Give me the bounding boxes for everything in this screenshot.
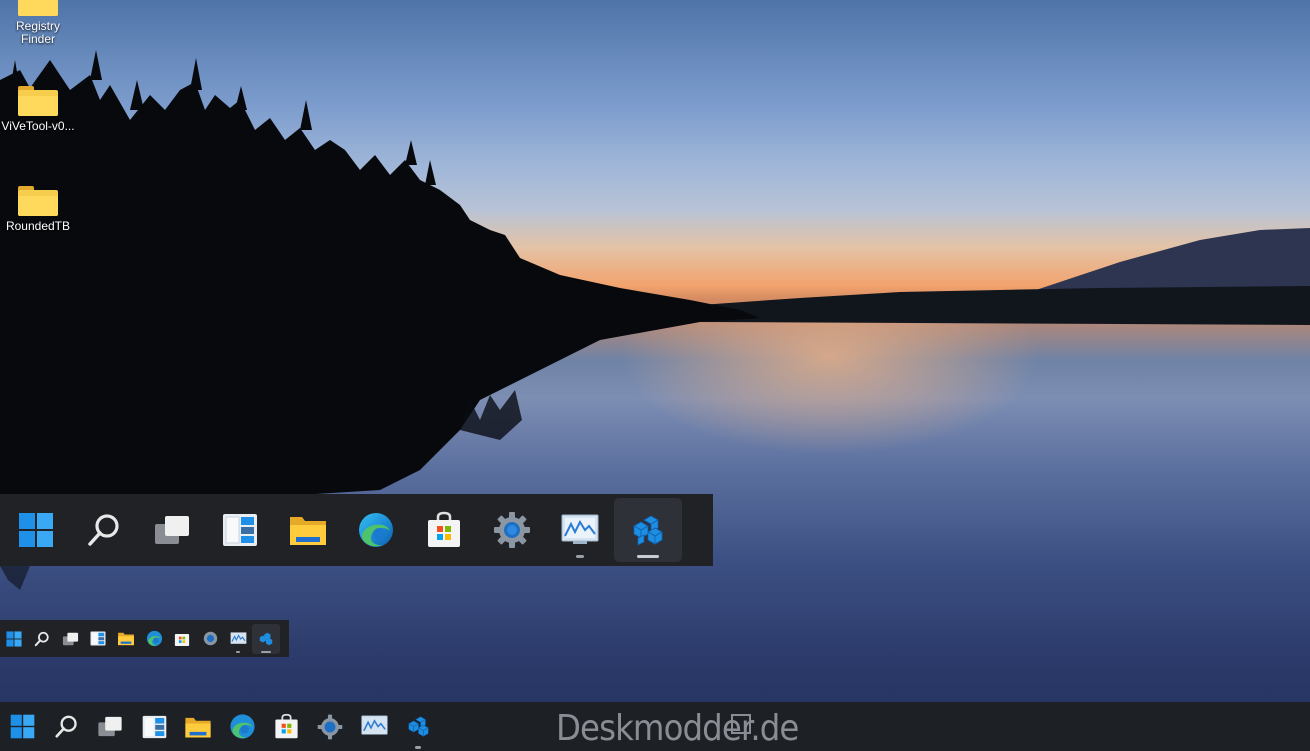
settings-button[interactable] (308, 705, 352, 749)
start-button[interactable] (0, 624, 28, 654)
landscape-silhouette (0, 50, 1310, 590)
task-view-icon (155, 516, 189, 544)
performance-monitor-icon (230, 631, 246, 644)
performance-monitor-button[interactable] (224, 624, 252, 654)
file-explorer-button[interactable] (112, 624, 140, 654)
running-indicator (236, 650, 240, 653)
running-indicator (415, 745, 421, 749)
widgets-button[interactable] (84, 624, 112, 654)
widgets-button[interactable] (206, 498, 274, 562)
search-button[interactable] (28, 624, 56, 654)
store-icon (274, 713, 298, 739)
taskbar-large (0, 494, 713, 566)
widgets-icon (90, 631, 106, 646)
start-icon (19, 513, 53, 547)
settings-icon (317, 714, 343, 739)
desktop-icon-roundedtb[interactable]: RoundedTB (0, 184, 76, 233)
search-button[interactable] (44, 705, 88, 749)
search-icon (54, 715, 77, 738)
file-explorer-button[interactable] (176, 705, 220, 749)
active-indicator (637, 555, 659, 558)
edge-icon (146, 630, 162, 647)
search-button[interactable] (70, 498, 138, 562)
start-icon (10, 714, 34, 739)
task-view-icon (62, 632, 78, 645)
settings-button[interactable] (478, 498, 546, 562)
edge-button[interactable] (140, 624, 168, 654)
desktop-icon-vivetool[interactable]: ViVeTool-v0... (0, 84, 76, 133)
folder-icon (16, 184, 60, 218)
desktop-icon-label: RoundedTB (5, 219, 71, 233)
performance-monitor-icon (561, 514, 599, 544)
task-view-button[interactable] (138, 498, 206, 562)
registry-editor-button[interactable] (396, 705, 440, 749)
file-explorer-icon (185, 717, 211, 737)
desktop-icon-registry-finder[interactable]: Registry Finder (0, 0, 76, 46)
performance-monitor-button[interactable] (352, 705, 396, 749)
settings-button[interactable] (196, 624, 224, 654)
widgets-button[interactable] (132, 705, 176, 749)
desktop-icon-label: Registry Finder (15, 19, 60, 46)
store-button[interactable] (264, 705, 308, 749)
folder-icon (16, 0, 60, 18)
edge-button[interactable] (220, 705, 264, 749)
desktop-icon-label: ViVeTool-v0... (1, 119, 75, 133)
watermark-logo (731, 714, 751, 734)
performance-monitor-button[interactable] (546, 498, 614, 562)
settings-icon (203, 631, 217, 646)
task-view-icon (98, 716, 122, 737)
start-button[interactable] (0, 705, 44, 749)
edge-icon (229, 714, 255, 739)
task-view-button[interactable] (88, 705, 132, 749)
file-explorer-icon (118, 632, 134, 646)
registry-editor-icon (259, 632, 273, 645)
taskbar-small (0, 620, 289, 657)
search-icon (34, 631, 49, 646)
file-explorer-icon (290, 517, 326, 545)
widgets-icon (223, 514, 257, 546)
edge-icon (359, 513, 393, 547)
file-explorer-button[interactable] (274, 498, 342, 562)
registry-editor-icon (633, 515, 663, 546)
start-button[interactable] (2, 498, 70, 562)
store-icon (174, 634, 190, 647)
store-icon (428, 511, 460, 547)
widgets-icon (142, 715, 166, 738)
start-icon (6, 630, 22, 647)
edge-button[interactable] (342, 498, 410, 562)
search-icon (88, 514, 119, 546)
task-view-button[interactable] (56, 624, 84, 654)
registry-editor-button[interactable] (252, 623, 280, 654)
folder-icon (16, 84, 60, 118)
watermark-text: Deskmodder.de (556, 708, 799, 749)
registry-editor-button[interactable] (614, 498, 682, 562)
store-button[interactable] (168, 624, 196, 654)
store-button[interactable] (410, 498, 478, 562)
active-indicator (261, 650, 271, 653)
registry-editor-icon (407, 716, 429, 737)
settings-icon (494, 512, 530, 548)
performance-monitor-icon (360, 715, 388, 735)
running-indicator (576, 555, 584, 558)
